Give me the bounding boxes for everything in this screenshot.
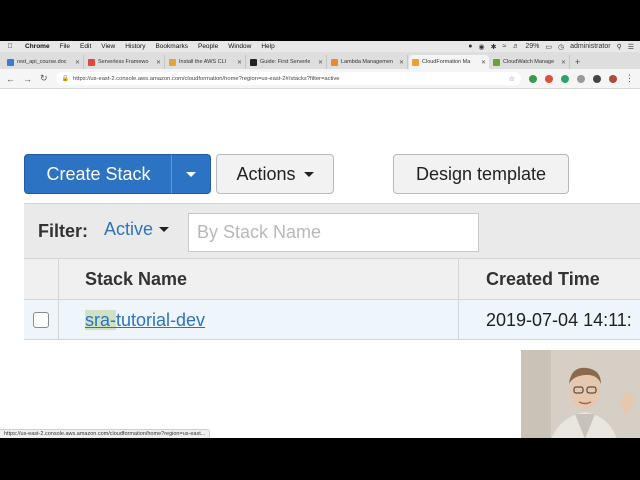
battery-percent[interactable]: 29% [525,43,539,50]
tab-lambda-management[interactable]: Lambda Managemen ✕ [328,55,408,69]
caret-down-icon [303,171,314,177]
menu-view[interactable]: View [96,43,120,50]
mac-menu-bar:  Chrome File Edit View History Bookmark… [0,41,640,52]
battery-icon[interactable]: ▭ [545,43,552,51]
created-time-cell: 2019-07-04 14:11: [486,309,632,330]
lambda-icon [331,58,338,66]
tab-cloudwatch[interactable]: CloudWatch Manage ✕ [490,55,570,69]
close-icon[interactable]: ✕ [561,59,566,66]
clock-icon[interactable]: ◷ [558,43,564,51]
new-tab-button[interactable]: + [575,55,580,69]
extension-color-icon[interactable] [545,74,553,83]
apple-icon[interactable]:  [0,43,20,50]
close-icon[interactable]: ✕ [75,59,80,66]
status-url-bar: https://us-east-2.console.aws.amazon.com… [0,429,211,438]
close-icon[interactable]: ✕ [481,59,486,66]
close-icon[interactable]: ✕ [399,59,404,66]
tab-cloudformation[interactable]: CloudFormation Ma ✕ [409,55,489,69]
user-name[interactable]: administrator [570,43,610,50]
reload-icon[interactable]: ↻ [40,73,48,84]
filter-status-value: Active [104,219,154,239]
aws-icon [169,58,176,66]
url-field[interactable]: 🔒 https://us-east-2.console.aws.amazon.c… [55,72,521,85]
column-divider[interactable] [458,259,459,299]
tab-title: CloudFormation Ma [422,59,471,65]
tab-serverless-framework[interactable]: Serverless Framewo ✕ [85,55,165,69]
filter-label: Filter: [38,221,89,241]
tab-title: CloudWatch Manage [503,59,555,65]
create-stack-dropdown-button[interactable] [171,154,211,194]
close-icon[interactable]: ✕ [318,59,323,66]
filter-status-dropdown[interactable]: Active [104,219,170,240]
record-icon[interactable]: ● [468,43,472,50]
extension-dark-icon[interactable] [593,74,601,83]
tab-title: Serverless Framewo [98,59,149,65]
stack-name-filter-input[interactable] [188,213,479,252]
search-icon[interactable]: ⚲ [617,43,622,51]
table-header: Stack Name Created Time [24,258,640,300]
create-stack-button[interactable]: Create Stack [24,154,172,194]
menu-bookmarks[interactable]: Bookmarks [150,43,193,50]
menu-people[interactable]: People [193,43,223,50]
close-icon[interactable]: ✕ [156,59,161,66]
column-header-stack-name[interactable]: Stack Name [85,259,187,299]
tab-title: rest_api_course.doc [17,59,67,65]
stack-name-cell: sra-tutorial-dev [85,300,205,340]
menu-status-area: ● ◉ ✱ ≈ ♬ 29% ▭ ◷ administrator ⚲ ☰ [468,43,640,51]
webcam-overlay [521,350,640,438]
forward-icon[interactable]: → [23,74,32,84]
tab-title: Install the AWS CLI [179,59,227,65]
profile-avatar[interactable] [609,74,617,83]
column-divider [58,259,59,299]
extension-shield-icon[interactable] [529,74,537,83]
caret-down-icon [159,227,170,232]
extension-grammarly-icon[interactable] [561,74,569,83]
presenter-video-icon [521,350,640,438]
bluetooth-icon[interactable]: ✱ [491,43,497,51]
wifi-icon[interactable]: ≈ [503,43,507,50]
table-row[interactable]: sra-tutorial-dev 2019-07-04 14:11: [24,300,640,340]
tab-strip: rest_api_course.doc ✕ Serverless Framewo… [0,52,640,69]
filter-bar: Filter: Active [24,203,640,258]
serverless-icon [88,58,95,66]
tab-install-aws-cli[interactable]: Install the AWS CLI ✕ [166,55,246,69]
close-icon[interactable]: ✕ [237,59,242,66]
volume-icon[interactable]: ♬ [512,43,519,50]
column-divider [458,300,459,340]
menu-chrome[interactable]: Chrome [20,43,55,50]
cloudformation-icon [412,58,419,66]
design-template-button[interactable]: Design template [393,154,569,194]
caret-down-icon [186,171,196,177]
menu-history[interactable]: History [120,43,150,50]
url-text: https://us-east-2.console.aws.amazon.com… [73,75,340,82]
chrome-menu-icon[interactable]: ⋮ [625,73,634,84]
tab-guide-first-serverless[interactable]: Guide: First Serverle ✕ [247,55,327,69]
bookmark-star-icon[interactable]: ☆ [509,75,515,83]
lock-icon[interactable]: 🔒 [62,75,69,82]
stack-name-link[interactable]: sra-tutorial-dev [85,309,206,331]
stack-name-rest: tutorial-dev [116,309,206,330]
screen:  Chrome File Edit View History Bookmark… [0,41,640,438]
tab-title: Guide: First Serverle [260,59,311,65]
address-bar: ← → ↻ 🔒 https://us-east-2.console.aws.am… [0,69,640,89]
column-header-created-time[interactable]: Created Time [486,259,600,299]
tab-title: Lambda Managemen [341,59,393,65]
menu-help[interactable]: Help [256,43,279,50]
shield-icon[interactable]: ◉ [479,43,485,51]
actions-button[interactable]: Actions [216,154,334,194]
column-divider [58,300,59,340]
row-checkbox[interactable] [33,312,49,328]
extension-gray-icon[interactable] [577,74,585,83]
stack-name-prefix: sra- [85,309,116,330]
menu-edit[interactable]: Edit [75,43,96,50]
medium-icon [250,58,257,66]
tab-rest-api-course[interactable]: rest_api_course.doc ✕ [4,55,84,69]
back-icon[interactable]: ← [6,74,15,84]
menu-window[interactable]: Window [223,43,256,50]
docs-icon [7,58,14,66]
menu-file[interactable]: File [55,43,75,50]
menu-list-icon[interactable]: ☰ [628,43,634,51]
actions-label: Actions [236,163,296,184]
cloudwatch-icon [493,58,500,66]
